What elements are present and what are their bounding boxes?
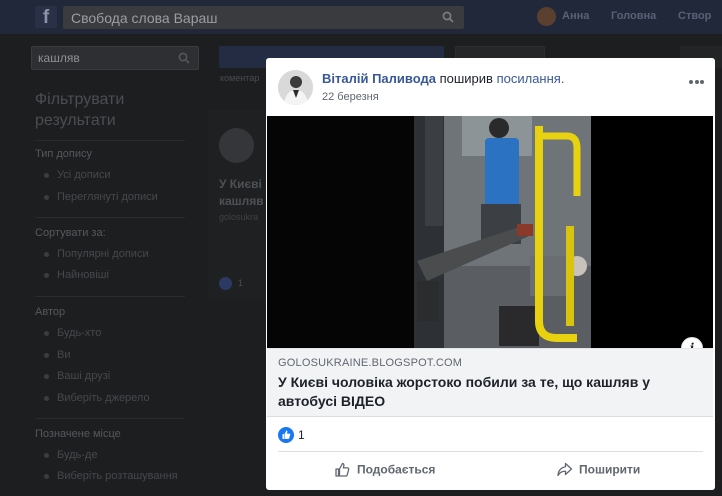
top-search-value: Свобода слова Вараш — [71, 10, 218, 26]
like-button[interactable]: Подобається — [334, 461, 435, 481]
results-search-input[interactable]: кашляв — [31, 46, 199, 70]
feed-post-title[interactable]: У Києві кашляв — [219, 176, 264, 210]
filter-option[interactable]: Виберіть джерело — [44, 392, 150, 404]
like-reaction-icon — [219, 277, 232, 290]
user-name-link[interactable]: Анна — [562, 10, 589, 22]
link-preview[interactable]: GOLOSUKRAINE.BLOGSPOT.COM У Києві чолові… — [267, 348, 713, 417]
filter-section-title: Позначене місце — [35, 428, 121, 440]
top-bar: f Свобода слова Вараш Анна Головна Створ — [0, 0, 722, 34]
nav-create-link[interactable]: Створ — [678, 10, 711, 22]
post-card: Віталій Паливода поширив посилання. 22 б… — [266, 58, 715, 490]
filter-option[interactable]: Популярні дописи — [44, 248, 149, 260]
filter-option[interactable]: Ви — [44, 349, 70, 361]
like-reaction-icon — [278, 427, 294, 443]
top-search-input[interactable]: Свобода слова Вараш — [63, 6, 464, 29]
filter-option[interactable]: Найновіші — [44, 269, 109, 281]
filter-section-title: Тип допису — [35, 148, 93, 160]
feed-post-source: golosukra — [219, 212, 259, 222]
author-name-link[interactable]: Віталій Паливода — [322, 71, 436, 86]
search-icon[interactable] — [442, 11, 454, 23]
filter-option[interactable]: Будь-хто — [44, 327, 101, 339]
video-thumbnail[interactable] — [267, 116, 713, 348]
bus-scene-image — [267, 116, 713, 348]
author-avatar[interactable] — [278, 70, 313, 105]
divider — [35, 418, 185, 419]
feed-like-count[interactable]: 1 — [238, 278, 243, 288]
share-button[interactable]: Поширити — [556, 461, 640, 481]
filter-section-title: Сортувати за: — [35, 227, 106, 239]
thumbs-up-icon — [335, 462, 350, 477]
divider — [278, 451, 703, 452]
like-count[interactable]: 1 — [298, 428, 305, 442]
link-domain: GOLOSUKRAINE.BLOGSPOT.COM — [278, 357, 463, 369]
facebook-logo-icon[interactable]: f — [35, 6, 57, 28]
link-title[interactable]: У Києві чоловіка жорстоко побили за те, … — [278, 373, 698, 411]
post-action-text: поширив — [439, 71, 493, 86]
post-date[interactable]: 22 березня — [322, 91, 379, 103]
nav-home-link[interactable]: Головна — [611, 10, 656, 22]
more-options-icon[interactable] — [689, 71, 707, 84]
avatar[interactable] — [219, 128, 254, 163]
filter-results-title: Фільтрувати результати — [35, 91, 125, 129]
results-search-value: кашляв — [38, 51, 80, 65]
divider — [35, 217, 185, 218]
share-button-label: Поширити — [579, 462, 641, 477]
filter-option[interactable]: Виберіть розташування — [44, 470, 178, 482]
like-button-label: Подобається — [357, 462, 436, 477]
divider — [35, 296, 185, 297]
filter-section-title: Автор — [35, 306, 66, 318]
post-header: Віталій Паливода поширив посилання. — [322, 71, 564, 86]
share-icon — [557, 462, 573, 477]
filter-option[interactable]: Усі дописи — [44, 169, 111, 181]
user-avatar[interactable] — [537, 7, 556, 26]
filter-option[interactable]: Будь-де — [44, 449, 97, 461]
shared-link-text[interactable]: посилання. — [497, 71, 565, 86]
divider — [35, 140, 185, 141]
filter-option[interactable]: Ваші друзі — [44, 370, 110, 382]
filter-option[interactable]: Переглянуті дописи — [44, 191, 158, 203]
search-icon[interactable] — [178, 52, 190, 64]
feed-small-text: коментар — [220, 73, 260, 83]
